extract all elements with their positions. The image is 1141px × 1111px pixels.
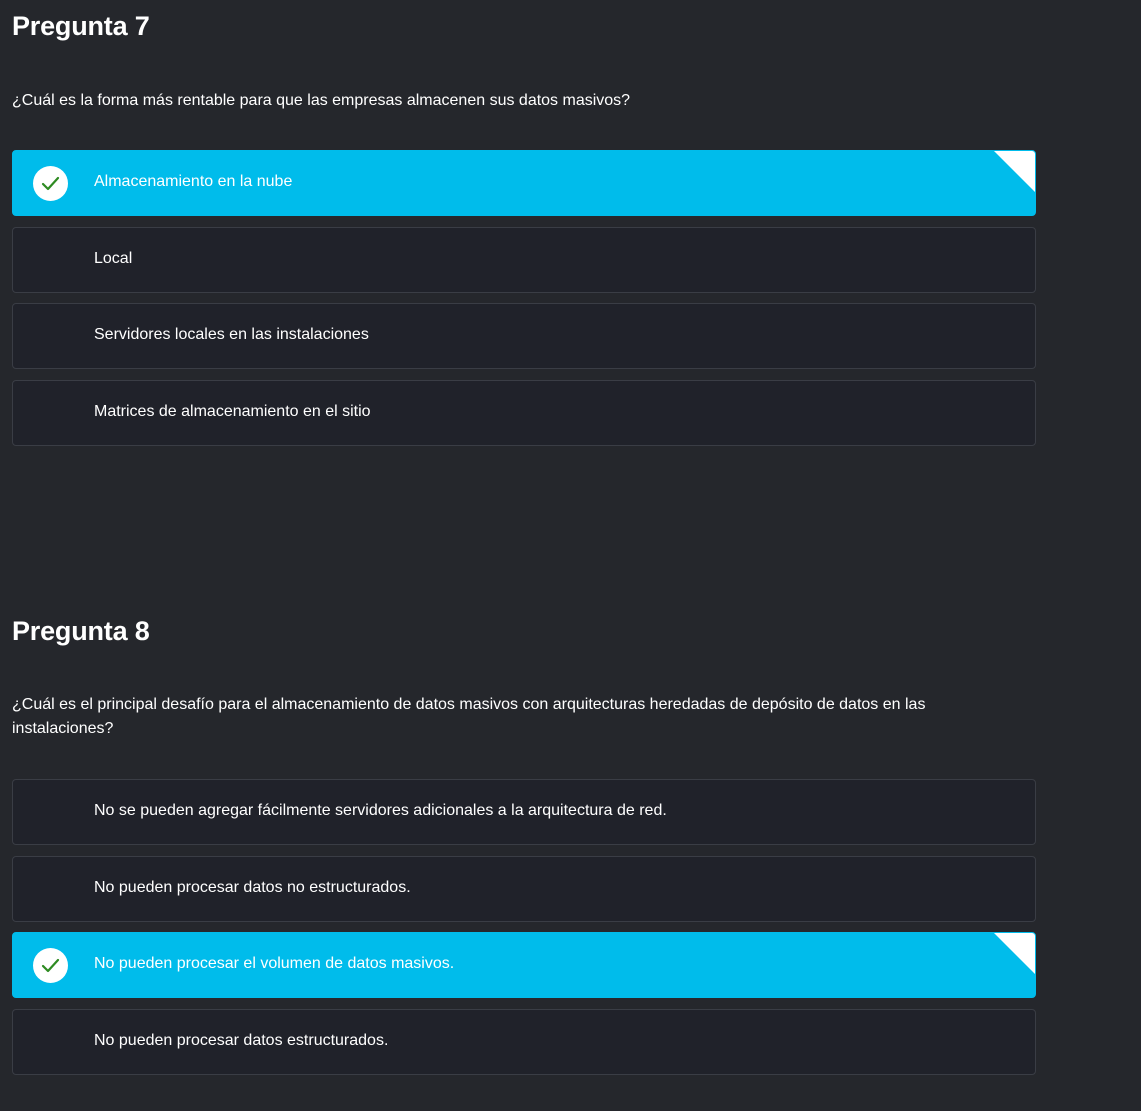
answer-option-label: No pueden procesar el volumen de datos m… [94,955,455,972]
question-8: Pregunta 8 ¿Cuál es el principal desafío… [12,613,1036,1083]
answer-option-label: Matrices de almacenamiento en el sitio [94,403,371,420]
answer-option-3[interactable]: Servidores locales en las instalaciones [12,303,1036,369]
answer-option-label: No pueden procesar datos no estructurado… [94,879,411,896]
answer-option-1[interactable]: Almacenamiento en la nube [12,150,1036,216]
answer-option-label: Local [94,250,133,267]
answer-option-label: No pueden procesar datos estructurados. [94,1032,389,1049]
corner-fold-icon [994,151,1035,192]
question-text: ¿Cuál es la forma más rentable para que … [12,92,631,109]
answer-option-label: Almacenamiento en la nube [94,173,293,190]
corner-fold-icon [994,933,1035,974]
answer-option-2[interactable]: Local [12,227,1036,293]
answer-option-2[interactable]: No pueden procesar datos no estructurado… [12,856,1036,922]
answer-option-4[interactable]: No pueden procesar datos estructurados. [12,1009,1036,1075]
checkmark-icon [33,166,68,201]
question-title: Pregunta 7 [12,11,150,41]
answer-option-3[interactable]: No pueden procesar el volumen de datos m… [12,932,1036,998]
checkmark-icon [33,948,68,983]
answer-option-4[interactable]: Matrices de almacenamiento en el sitio [12,380,1036,446]
answer-option-label: No se pueden agregar fácilmente servidor… [94,802,667,819]
question-7: Pregunta 7 ¿Cuál es la forma más rentabl… [12,8,1036,448]
answer-option-1[interactable]: No se pueden agregar fácilmente servidor… [12,779,1036,845]
question-title: Pregunta 8 [12,616,150,646]
question-text: ¿Cuál es el principal desafío para el al… [12,696,926,737]
answer-option-label: Servidores locales en las instalaciones [94,326,369,343]
